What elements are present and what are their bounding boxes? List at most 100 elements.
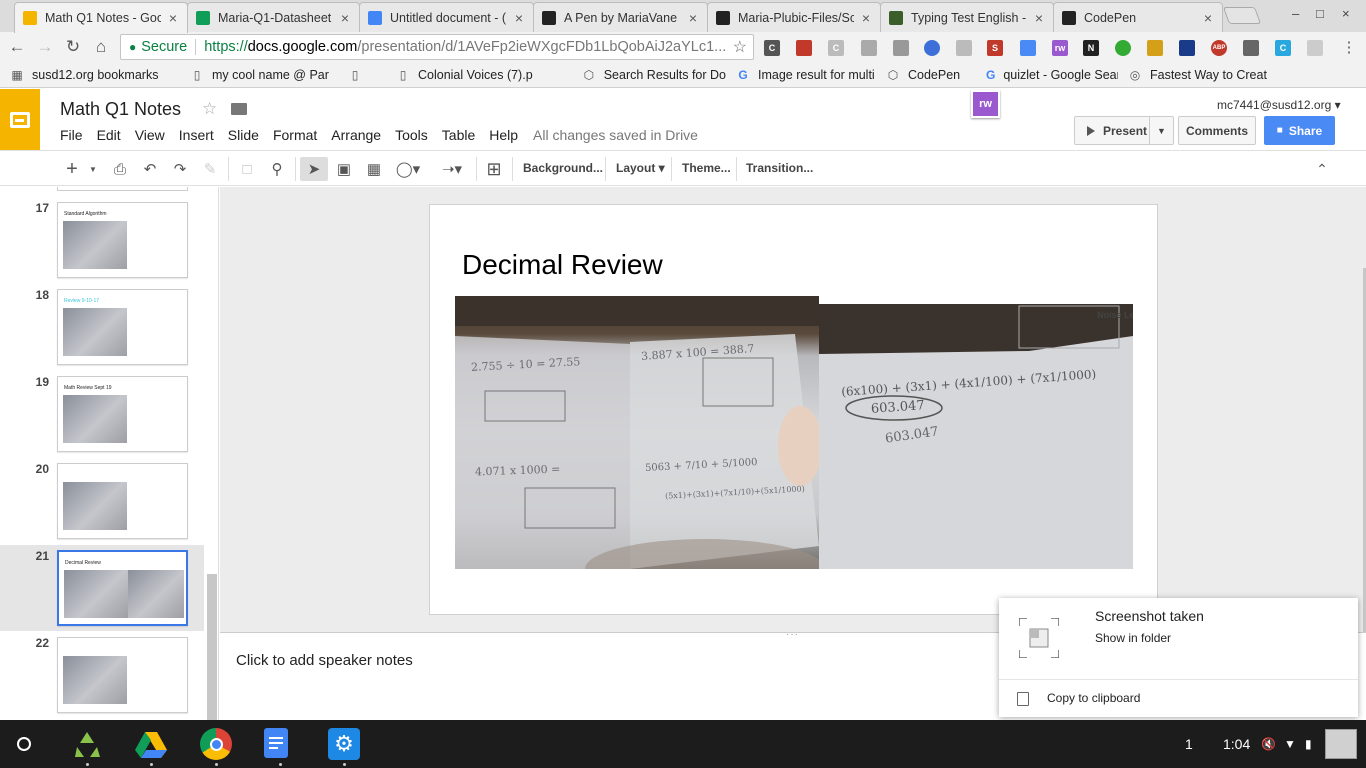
speaker-notes-placeholder[interactable]: Click to add speaker notes bbox=[236, 652, 413, 669]
battery-icon[interactable]: ▮ bbox=[1305, 737, 1312, 751]
slide-thumbnail[interactable]: Review 9-10-17 bbox=[57, 289, 188, 365]
mute-icon[interactable]: 🔇 bbox=[1261, 737, 1276, 751]
maximize-icon[interactable]: □ bbox=[1316, 6, 1324, 21]
extension-s-icon[interactable]: S bbox=[987, 40, 1003, 56]
launcher-icon[interactable] bbox=[17, 737, 31, 751]
filmstrip-scrollbar[interactable] bbox=[207, 574, 217, 720]
save-status[interactable]: All changes saved in Drive bbox=[533, 127, 698, 143]
notification-count[interactable]: 1 bbox=[1185, 736, 1193, 752]
menu-format[interactable]: Format bbox=[273, 127, 317, 143]
slide-thumbnail[interactable]: Decimal Review bbox=[57, 550, 188, 626]
back-icon[interactable]: ← bbox=[6, 36, 28, 58]
image-icon[interactable]: ▦ bbox=[362, 157, 386, 181]
new-tab-button[interactable] bbox=[1222, 7, 1262, 24]
screenshot-tray-thumbnail[interactable] bbox=[1325, 729, 1357, 759]
undo-icon[interactable]: ↶ bbox=[138, 157, 162, 181]
account-switcher[interactable]: mc7441@susd12.org ▾ bbox=[1217, 98, 1341, 112]
paint-format-icon[interactable]: ✎ bbox=[198, 157, 222, 181]
menu-file[interactable]: File bbox=[60, 127, 83, 143]
extension-cube-icon[interactable] bbox=[861, 40, 877, 56]
text-box-icon[interactable]: ▣ bbox=[332, 157, 356, 181]
bookmark-item[interactable]: ⬡ CodePen bbox=[886, 68, 976, 82]
right-notebook-photo[interactable]: Noise Le (6x100) + (3x1) + (4x1/100) + (… bbox=[819, 296, 1133, 569]
bookmark-item[interactable]: Gquizlet - Google Searc bbox=[986, 68, 1118, 82]
bookmark-item[interactable]: ▯ my cool name @ Par bbox=[190, 68, 338, 82]
read-write-extension-badge[interactable]: rw bbox=[971, 90, 1000, 118]
line-icon[interactable]: ➝▾ bbox=[432, 157, 472, 181]
slide-title[interactable]: Decimal Review bbox=[462, 249, 663, 281]
insert-comment-icon[interactable]: ⊞ bbox=[482, 157, 506, 181]
bookmark-item[interactable]: ⬡ Search Results for Do bbox=[582, 68, 726, 82]
new-slide-layout-dropdown[interactable]: ▼ bbox=[86, 157, 100, 181]
wifi-icon[interactable]: ▼ bbox=[1284, 737, 1296, 751]
menu-tools[interactable]: Tools bbox=[395, 127, 428, 143]
bookmark-item[interactable]: ▯ bbox=[348, 68, 386, 82]
extension-pen-icon[interactable] bbox=[1147, 40, 1163, 56]
browser-tab[interactable]: A Pen by MariaVane × bbox=[533, 2, 708, 32]
notes-resize-handle[interactable]: ··· bbox=[786, 629, 799, 640]
home-icon[interactable]: ⌂ bbox=[90, 36, 112, 58]
menu-edit[interactable]: Edit bbox=[97, 127, 121, 143]
collapse-toolbar-icon[interactable]: ⌃ bbox=[1310, 157, 1334, 181]
extension-recycle-icon[interactable] bbox=[1115, 40, 1131, 56]
print-icon[interactable]: ⎙ bbox=[108, 157, 132, 181]
extension-slides-icon[interactable] bbox=[893, 40, 909, 56]
extension-drive-icon[interactable] bbox=[1020, 40, 1036, 56]
bookmark-item[interactable]: ▦ susd12.org bookmarks bbox=[10, 68, 180, 82]
reload-icon[interactable]: ↻ bbox=[62, 36, 84, 58]
browser-tab[interactable]: Untitled document - (× bbox=[359, 2, 534, 32]
screenshot-notification[interactable]: Screenshot taken Show in folder Copy to … bbox=[999, 598, 1358, 717]
copy-to-clipboard-button[interactable]: Copy to clipboard bbox=[1047, 691, 1140, 705]
comments-button[interactable]: Comments bbox=[1178, 116, 1256, 145]
shape-icon[interactable]: ◯▾ bbox=[392, 157, 424, 181]
clock[interactable]: 1:04 bbox=[1223, 736, 1250, 752]
slide-thumbnail[interactable] bbox=[57, 463, 188, 539]
browser-tab[interactable]: Typing Test English - × bbox=[880, 2, 1054, 32]
close-tab-icon[interactable]: × bbox=[1202, 10, 1214, 26]
slides-logo-icon[interactable] bbox=[0, 89, 40, 150]
document-title[interactable]: Math Q1 Notes bbox=[60, 99, 181, 120]
adblock-icon[interactable]: ABP bbox=[1211, 40, 1227, 56]
bookmark-item[interactable]: G Image result for multi bbox=[736, 68, 876, 82]
extension-copy-icon[interactable] bbox=[1307, 40, 1323, 56]
settings-icon[interactable]: ⚙ bbox=[328, 728, 360, 760]
extension-rw-icon[interactable]: rw bbox=[1052, 40, 1068, 56]
theme-button[interactable]: Theme... bbox=[682, 161, 731, 175]
left-notebook-photo[interactable]: 2.755 ÷ 10 = 27.55 3.887 x 100 = 388.7 4… bbox=[455, 296, 819, 569]
close-tab-icon[interactable]: × bbox=[687, 10, 699, 26]
close-tab-icon[interactable]: × bbox=[860, 10, 872, 26]
google-docs-icon[interactable] bbox=[264, 728, 288, 758]
menu-slide[interactable]: Slide bbox=[228, 127, 259, 143]
forward-icon[interactable]: → bbox=[34, 36, 56, 58]
close-tab-icon[interactable]: × bbox=[1033, 10, 1045, 26]
present-options-dropdown[interactable]: ▼ bbox=[1149, 117, 1173, 144]
current-slide[interactable]: Decimal Review 2.755 ÷ 10 = 27.55 3.887 … bbox=[429, 204, 1158, 615]
extension-shield-icon[interactable] bbox=[1179, 40, 1195, 56]
browser-tab[interactable]: Maria-Plubic-Files/Sc × bbox=[707, 2, 881, 32]
extension-new-icon[interactable]: N bbox=[1083, 40, 1099, 56]
slide-filmstrip[interactable]: 17 Standard Algorithm 18 Review 9-10-17 19 Ma… bbox=[0, 187, 219, 720]
menu-arrange[interactable]: Arrange bbox=[331, 127, 381, 143]
close-tab-icon[interactable]: × bbox=[339, 10, 351, 26]
browser-tab[interactable]: CodePen × bbox=[1053, 2, 1223, 32]
recycle-app-icon[interactable] bbox=[71, 728, 103, 760]
google-drive-icon[interactable] bbox=[135, 728, 167, 760]
show-in-folder-link[interactable]: Show in folder bbox=[1095, 631, 1171, 645]
extension-list-icon[interactable] bbox=[1243, 40, 1259, 56]
layout-button[interactable]: Layout ▾ bbox=[616, 161, 665, 175]
share-button[interactable]: ■ Share bbox=[1264, 116, 1335, 145]
camera-icon[interactable] bbox=[956, 40, 972, 56]
close-window-icon[interactable]: × bbox=[1342, 6, 1350, 21]
google-chrome-icon[interactable] bbox=[200, 728, 232, 760]
bookmark-item[interactable]: ▯ Colonial Voices (7).p bbox=[396, 68, 572, 82]
menu-insert[interactable]: Insert bbox=[179, 127, 214, 143]
menu-view[interactable]: View bbox=[135, 127, 165, 143]
extension-book-icon[interactable] bbox=[796, 40, 812, 56]
slide-thumbnail[interactable]: Standard Algorithm bbox=[57, 202, 188, 278]
browser-tab[interactable]: Math Q1 Notes - Goo × bbox=[14, 2, 188, 33]
background-button[interactable]: Background... bbox=[523, 161, 603, 175]
chrome-menu-icon[interactable]: ⋮ bbox=[1338, 36, 1360, 58]
star-icon[interactable]: ☆ bbox=[202, 99, 217, 119]
extension-c-icon[interactable]: C bbox=[764, 40, 780, 56]
extension-c-gray-icon[interactable]: C bbox=[828, 40, 844, 56]
